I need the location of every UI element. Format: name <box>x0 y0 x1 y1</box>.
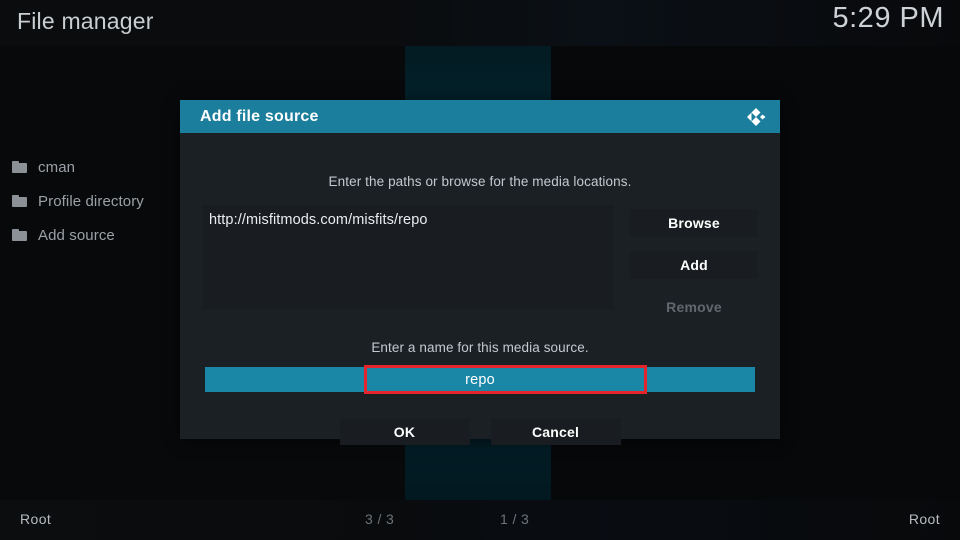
clock: 5:29 PM <box>832 2 944 34</box>
status-left-path: Root <box>20 511 52 527</box>
dialog-body: Enter the paths or browse for the media … <box>180 133 780 445</box>
status-left-count: 3 / 3 <box>365 511 395 527</box>
browse-button[interactable]: Browse <box>630 209 758 237</box>
status-right-count: 1 / 3 <box>500 511 530 527</box>
folder-icon <box>12 195 27 207</box>
list-item-profile-directory[interactable]: Profile directory <box>0 184 200 218</box>
add-button[interactable]: Add <box>630 251 758 279</box>
kodi-screen: File manager 5:29 PM cman Profile direct… <box>0 0 960 540</box>
list-item-label: Add source <box>38 226 115 244</box>
bottom-bar-background <box>0 500 960 540</box>
source-name-input[interactable]: repo <box>205 367 755 392</box>
name-input-row: repo <box>205 365 755 394</box>
dialog-actions: OK Cancel <box>180 418 780 445</box>
paths-hint: Enter the paths or browse for the media … <box>328 174 632 189</box>
dialog-header: Add file source <box>180 100 780 133</box>
list-item-cman[interactable]: cman <box>0 150 200 184</box>
folder-icon <box>12 161 27 173</box>
list-item-add-source[interactable]: Add source <box>0 218 200 252</box>
status-right-path: Root <box>908 511 940 527</box>
path-action-buttons: Browse Add Remove <box>630 209 758 321</box>
paths-list[interactable]: http://misfitmods.com/misfits/repo <box>202 205 614 310</box>
path-list-item[interactable]: http://misfitmods.com/misfits/repo <box>202 205 614 228</box>
kodi-logo-icon <box>743 104 769 130</box>
remove-button: Remove <box>630 293 758 321</box>
name-hint: Enter a name for this media source. <box>371 340 589 355</box>
cancel-button[interactable]: Cancel <box>490 418 621 445</box>
list-item-label: Profile directory <box>38 192 144 210</box>
page-title: File manager <box>17 8 154 34</box>
file-list: cman Profile directory Add source <box>0 150 200 252</box>
add-file-source-dialog: Add file source Enter the paths or brows… <box>180 100 780 445</box>
folder-icon <box>12 229 27 241</box>
ok-button[interactable]: OK <box>339 418 470 445</box>
list-item-label: cman <box>38 158 76 176</box>
dialog-title: Add file source <box>200 107 319 125</box>
